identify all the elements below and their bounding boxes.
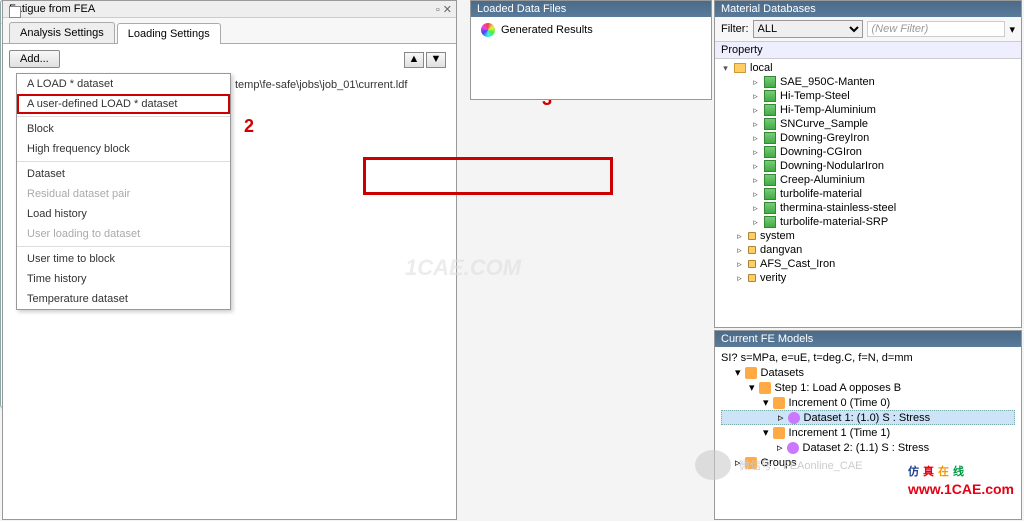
tab-bar: Analysis Settings Loading Settings — [3, 18, 456, 44]
menu-load-dataset[interactable]: A LOAD * dataset — [17, 74, 230, 94]
loaded-data-files-panel: Loaded Data Files Generated Results — [470, 0, 712, 100]
material-icon — [764, 118, 776, 130]
tab-analysis-settings[interactable]: Analysis Settings — [9, 22, 115, 43]
new-filter-input[interactable]: (New Filter) — [867, 21, 1006, 37]
property-header: Property — [715, 42, 1021, 59]
wechat-icon — [695, 450, 731, 480]
material-icon — [764, 104, 776, 116]
datasets-icon — [745, 367, 757, 379]
filter-row: Filter: ALL (New Filter) ▾ — [715, 17, 1021, 42]
dataset-icon — [788, 412, 800, 424]
menu-temperature-dataset[interactable]: Temperature dataset — [17, 289, 230, 309]
watermark-center: 1CAE.COM — [405, 255, 521, 281]
increment-icon — [773, 427, 785, 439]
menu-user-loading: User loading to dataset — [17, 224, 230, 244]
local-db-node[interactable]: ▾local — [715, 61, 1021, 75]
units-row: SI? s=MPa, e=uE, t=deg.C, f=N, d=mm — [721, 351, 1015, 365]
menu-high-freq-block[interactable]: High frequency block — [17, 139, 230, 159]
lock-icon — [748, 232, 756, 240]
menu-load-history[interactable]: Load history — [17, 204, 230, 224]
material-item[interactable]: ▹Hi-Temp-Aluminium — [715, 103, 1021, 117]
add-button[interactable]: Add... — [9, 50, 60, 68]
material-item[interactable]: ▹Hi-Temp-Steel — [715, 89, 1021, 103]
add-menu: A LOAD * dataset A user-defined LOAD * d… — [16, 73, 231, 310]
increment-0-node[interactable]: ▾Increment 0 (Time 0) — [721, 395, 1015, 410]
generated-results-item[interactable]: Generated Results — [501, 24, 593, 36]
db-root-node[interactable]: ▹dangvan — [715, 243, 1021, 257]
menu-user-time-block[interactable]: User time to block — [17, 249, 230, 269]
step-node[interactable]: ▾Step 1: Load A opposes B — [721, 380, 1015, 395]
material-icon — [764, 202, 776, 214]
panel-title-bar: Fatigue from FEA ▫ ✕ — [3, 1, 456, 18]
folder-icon — [734, 63, 746, 73]
menu-user-defined-load-dataset[interactable]: A user-defined LOAD * dataset — [17, 94, 230, 114]
material-item[interactable]: ▹Downing-GreyIron — [715, 131, 1021, 145]
lock-icon — [748, 246, 756, 254]
db-root-node[interactable]: ▹verity — [715, 271, 1021, 285]
generated-results-icon — [481, 23, 495, 37]
loaded-body: Generated Results — [471, 17, 711, 43]
annotation-2: 2 — [244, 116, 254, 137]
panel-title: Loaded Data Files — [471, 1, 711, 17]
menu-residual-pair: Residual dataset pair — [17, 184, 230, 204]
panel-title: Current FE Models — [715, 331, 1021, 347]
material-item[interactable]: ▹SNCurve_Sample — [715, 117, 1021, 131]
panel-close-dock[interactable]: ▫ ✕ — [436, 3, 452, 16]
material-tree[interactable]: ▾local▹SAE_950C-Manten▹Hi-Temp-Steel▹Hi-… — [715, 59, 1021, 321]
material-icon — [764, 90, 776, 102]
material-databases-panel: Material Databases Filter: ALL (New Filt… — [714, 0, 1022, 328]
material-item[interactable]: ▹Downing-CGIron — [715, 145, 1021, 159]
move-down-button[interactable]: ▼ — [426, 52, 446, 68]
menu-block[interactable]: Block — [17, 119, 230, 139]
lock-icon — [748, 274, 756, 282]
material-icon — [764, 132, 776, 144]
filter-select[interactable]: ALL — [753, 20, 863, 38]
watermark-brand: 仿真在线 www.1CAE.com — [908, 458, 1014, 497]
menu-dataset[interactable]: Dataset — [17, 164, 230, 184]
increment-icon — [773, 397, 785, 409]
dialog-icon — [9, 6, 21, 18]
step-icon — [759, 382, 771, 394]
file-path: temp\fe-safe\jobs\job_01\current.ldf — [235, 79, 407, 91]
filter-label: Filter: — [721, 23, 749, 35]
material-item[interactable]: ▹Creep-Aluminium — [715, 173, 1021, 187]
tab-loading-settings[interactable]: Loading Settings — [117, 23, 221, 44]
material-item[interactable]: ▹Downing-NodularIron — [715, 159, 1021, 173]
material-icon — [764, 174, 776, 186]
dataset-1-node[interactable]: ▹Dataset 1: (1.0) S : Stress — [721, 410, 1015, 425]
watermark-wechat: 微信号：FEAonline_CAE — [695, 450, 863, 480]
db-root-node[interactable]: ▹system — [715, 229, 1021, 243]
material-item[interactable]: ▹turbolife-material — [715, 187, 1021, 201]
datasets-node[interactable]: ▾Datasets — [721, 365, 1015, 380]
material-icon — [764, 76, 776, 88]
material-icon — [764, 160, 776, 172]
increment-1-node[interactable]: ▾Increment 1 (Time 1) — [721, 425, 1015, 440]
material-icon — [764, 216, 776, 228]
lock-icon — [748, 260, 756, 268]
move-up-button[interactable]: ▲ — [404, 52, 424, 68]
filter-menu-icon[interactable]: ▾ — [1009, 23, 1015, 36]
material-icon — [764, 146, 776, 158]
menu-time-history[interactable]: Time history — [17, 269, 230, 289]
order-controls: ▲ ▼ — [404, 52, 446, 68]
material-item[interactable]: ▹thermina-stainless-steel — [715, 201, 1021, 215]
material-icon — [764, 188, 776, 200]
panel-title: Material Databases — [715, 1, 1021, 17]
db-root-node[interactable]: ▹AFS_Cast_Iron — [715, 257, 1021, 271]
loading-settings-content: Add... ▲ ▼ — [3, 44, 456, 74]
material-item[interactable]: ▹turbolife-material-SRP — [715, 215, 1021, 229]
material-item[interactable]: ▹SAE_950C-Manten — [715, 75, 1021, 89]
panel-title: Fatigue from FEA — [9, 3, 95, 15]
